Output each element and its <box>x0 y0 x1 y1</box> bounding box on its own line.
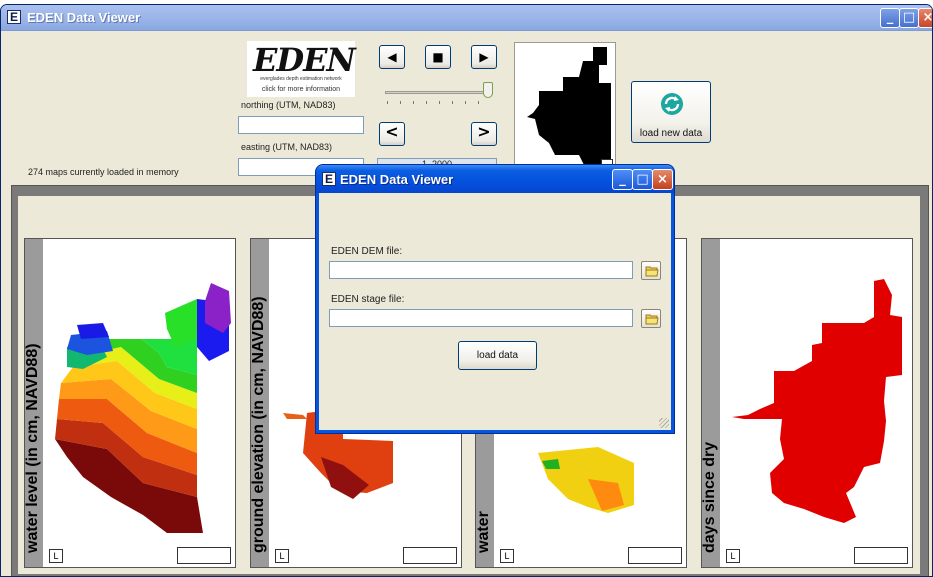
folder-icon <box>645 314 659 325</box>
stage-file-label: EDEN stage file: <box>331 294 405 305</box>
map-axis-label-bar: water level (in cm, NAVD88) <box>25 239 43 567</box>
speed-slider-track[interactable] <box>385 91 493 94</box>
maximize-icon: □ <box>636 172 649 187</box>
northing-input[interactable] <box>238 116 364 134</box>
logo-info-link[interactable]: click for more information <box>247 86 355 94</box>
northing-label: northing (UTM, NAD83) <box>241 100 336 110</box>
days-since-dry-map[interactable]: days since dry L <box>701 238 913 568</box>
window-title: EDEN Data Viewer <box>27 10 141 25</box>
resize-grip[interactable] <box>659 418 669 428</box>
days-since-dry-raster <box>732 279 902 523</box>
water-level-map[interactable]: water level (in cm, NAVD88) L <box>24 238 236 568</box>
water-depth-label: water <box>476 511 492 553</box>
play-forward-icon: ▶ <box>479 50 489 64</box>
minimize-icon: _ <box>619 172 626 187</box>
pixel-value-box <box>854 547 908 564</box>
folder-icon <box>645 266 659 277</box>
previous-map-button[interactable]: < <box>379 122 405 146</box>
close-icon: × <box>922 10 933 25</box>
next-icon: > <box>477 122 491 141</box>
maximize-icon: □ <box>902 10 916 25</box>
maximize-button[interactable]: □ <box>899 8 919 28</box>
load-new-data-label: load new data <box>639 128 703 139</box>
legend-button[interactable]: L <box>726 549 740 563</box>
app-icon: E <box>7 10 21 24</box>
water-level-raster <box>55 283 231 533</box>
dialog-maximize-button[interactable]: □ <box>632 169 653 190</box>
days-since-dry-label: days since dry <box>702 441 718 553</box>
eden-logo[interactable]: EDEN everglades depth estimation network… <box>247 41 356 97</box>
stage-file-input[interactable] <box>329 309 633 327</box>
stop-icon: ■ <box>432 50 444 64</box>
easting-label: easting (UTM, NAD83) <box>241 142 333 152</box>
legend-button[interactable]: L <box>275 549 289 563</box>
ground-elevation-label: ground elevation (in cm, NAVD88) <box>251 296 267 553</box>
browse-stage-button[interactable] <box>641 309 661 328</box>
previous-icon: < <box>385 122 399 141</box>
load-data-button[interactable]: load data <box>458 341 537 370</box>
speed-slider-ticks <box>387 101 491 104</box>
pixel-value-box <box>177 547 231 564</box>
play-backward-icon: ◀ <box>387 50 397 64</box>
speed-slider-thumb[interactable] <box>483 82 493 98</box>
close-icon: × <box>657 172 668 187</box>
dialog-minimize-button[interactable]: _ <box>612 169 633 190</box>
dialog-title-bar[interactable]: E EDEN Data Viewer _ □ × <box>316 165 674 193</box>
dem-file-label: EDEN DEM file: <box>331 246 403 257</box>
title-bar[interactable]: E EDEN Data Viewer _ □ × <box>1 5 932 31</box>
dialog-title: EDEN Data Viewer <box>340 172 454 187</box>
refresh-icon <box>661 93 683 115</box>
stop-button[interactable]: ■ <box>425 45 451 69</box>
legend-button[interactable]: L <box>49 549 63 563</box>
load-new-data-button[interactable]: load new data <box>631 81 711 143</box>
overview-map-shape <box>527 47 611 167</box>
maps-loaded-status: 274 maps currently loaded in memory <box>28 167 179 177</box>
load-data-dialog: E EDEN Data Viewer _ □ × EDEN DEM file: … <box>316 165 674 433</box>
map-axis-label-bar: ground elevation (in cm, NAVD88) <box>251 239 269 567</box>
pixel-value-box <box>628 547 682 564</box>
map-axis-label-bar: days since dry <box>702 239 720 567</box>
logo-subtitle: everglades depth estimation network <box>260 76 342 82</box>
close-button[interactable]: × <box>918 8 933 28</box>
minimize-icon: _ <box>886 10 894 25</box>
logo-wordmark: EDEN <box>253 41 356 79</box>
dem-file-input[interactable] <box>329 261 633 279</box>
play-backward-button[interactable]: ◀ <box>379 45 405 69</box>
water-level-label: water level (in cm, NAVD88) <box>25 343 41 553</box>
legend-button[interactable]: L <box>500 549 514 563</box>
dialog-app-icon: E <box>322 172 336 186</box>
play-forward-button[interactable]: ▶ <box>471 45 497 69</box>
next-map-button[interactable]: > <box>471 122 497 146</box>
overview-thumbnail[interactable] <box>514 42 616 172</box>
pixel-value-box <box>403 547 457 564</box>
dialog-close-button[interactable]: × <box>652 169 673 190</box>
minimize-button[interactable]: _ <box>880 8 900 28</box>
browse-dem-button[interactable] <box>641 261 661 280</box>
